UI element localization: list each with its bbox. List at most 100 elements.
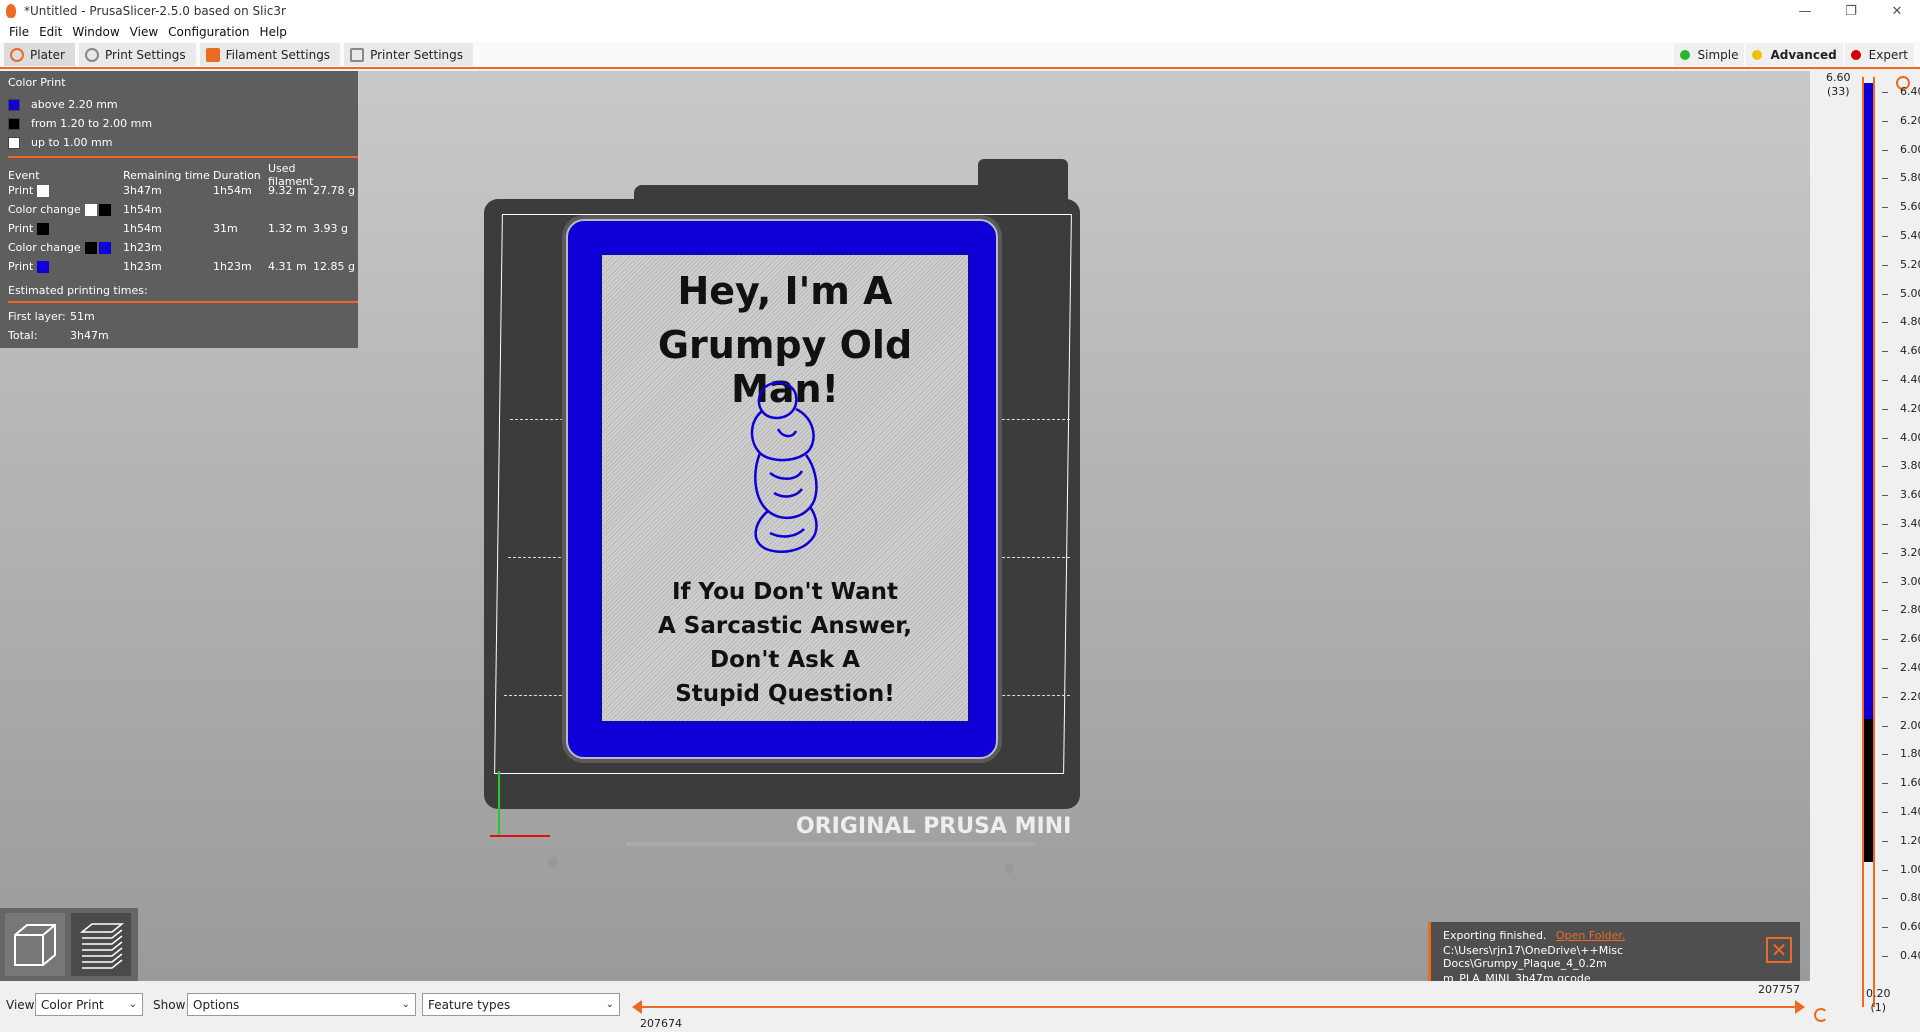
tab-print-settings[interactable]: Print Settings <box>78 43 196 66</box>
show-label: Show <box>153 998 186 1012</box>
slider-tick-mark <box>1882 840 1888 842</box>
green-dot-icon <box>1679 49 1690 60</box>
3d-viewport[interactable]: ORIGINAL PRUSA MINI Hey, I'm A Grumpy Ol… <box>0 71 1810 981</box>
bed-label: ORIGINAL PRUSA MINI <box>796 814 1072 839</box>
tab-label: Plater <box>30 47 65 62</box>
legend-item-label: from 1.20 to 2.00 mm <box>31 117 153 130</box>
legend-item: from 1.20 to 2.00 mm <box>8 114 350 133</box>
event-row: Print 1h23m 1h23m 4.31 m 12.85 g <box>8 257 355 276</box>
tab-plater[interactable]: Plater <box>4 43 75 66</box>
slider-tick-label: 1.80 <box>1900 747 1920 761</box>
3d-view-button[interactable] <box>5 913 65 976</box>
menu-view[interactable]: View <box>125 25 163 39</box>
slider-tick-mark <box>1882 264 1888 266</box>
legend-item-label: above 2.20 mm <box>31 98 118 111</box>
slider-rail <box>1873 77 1875 1007</box>
layer-slider[interactable]: 6.60 (33) 6.40 6.20 6.00 5.80 5.60 5.40 5.20 5.… <box>1810 71 1920 1032</box>
slider-tick-label: 1.40 <box>1900 805 1920 818</box>
tab-printer-settings[interactable]: Printer Settings <box>344 43 474 66</box>
total-value: 3h47m <box>70 329 109 342</box>
mode-expert[interactable]: Expert <box>1844 43 1914 66</box>
slider-left-value: 207674 <box>640 1017 682 1030</box>
color-swatch <box>8 136 20 149</box>
event-duration: 1h23m <box>213 260 252 273</box>
event-remaining: 1h23m <box>123 241 162 254</box>
menu-file[interactable]: File <box>4 25 34 39</box>
window-title: *Untitled - PrusaSlicer-2.5.0 based on S… <box>24 4 286 18</box>
slider-tick-label: 5.00 <box>1900 286 1920 300</box>
slider-top-layer: (33) <box>1826 85 1850 98</box>
show-select[interactable]: Options ⌄ <box>187 993 416 1016</box>
total-label: Total: <box>8 329 38 342</box>
view-select[interactable]: Color Print ⌄ <box>35 993 143 1016</box>
notification-title-row: Exporting finished. Open Folder. <box>1443 929 1790 942</box>
slider-tick-mark <box>1882 524 1888 525</box>
color-swatch <box>98 203 111 216</box>
slider-tick-mark <box>1882 927 1888 929</box>
slider-tick-mark <box>1882 869 1888 871</box>
event-label: Print <box>8 184 34 197</box>
slider-tick-label: 6.00 <box>1900 142 1920 156</box>
event-row: Print 3h47m 1h54m 9.32 m 27.78 g <box>8 181 355 200</box>
slider-tick-label: 4.40 <box>1900 373 1920 386</box>
slider-tick-mark <box>1882 581 1888 583</box>
close-icon: ✕ <box>1770 938 1788 962</box>
plaque-line-3: If You Don't Want <box>671 579 899 605</box>
header-event: Event <box>8 168 40 182</box>
horizontal-slider[interactable] <box>640 1006 1800 1008</box>
notification-close-button[interactable]: ✕ <box>1766 937 1792 963</box>
bed-hole <box>1004 864 1014 874</box>
mode-advanced[interactable]: Advanced <box>1746 43 1843 66</box>
minimize-button[interactable]: — <box>1782 0 1828 22</box>
slider-tick-label: 5.40 <box>1900 229 1920 242</box>
slider-right-thumb[interactable] <box>1795 1000 1805 1014</box>
slider-tick-mark <box>1882 92 1888 93</box>
event-label: Color change <box>8 241 81 254</box>
preview-button[interactable] <box>71 913 131 976</box>
menu-help[interactable]: Help <box>255 25 292 39</box>
menu-edit[interactable]: Edit <box>34 25 67 39</box>
event-label-cell: Color change <box>8 203 123 216</box>
slider-tick-label: 2.40 <box>1900 661 1920 674</box>
tab-filament-settings[interactable]: Filament Settings <box>199 43 341 66</box>
first-layer-value: 51m <box>70 310 95 323</box>
chevron-down-icon: ⌄ <box>128 999 137 1010</box>
slider-bottom-label: 0.20 (1) <box>1866 987 1891 1015</box>
menu-configuration[interactable]: Configuration <box>163 25 254 39</box>
chevron-down-icon: ⌄ <box>605 999 614 1010</box>
notification-title: Exporting finished. <box>1443 929 1547 942</box>
undo-icon[interactable] <box>1814 1008 1828 1022</box>
layers-icon <box>79 922 125 969</box>
legend-item: up to 1.00 mm <box>8 133 350 152</box>
slider-top-value: 6.60 <box>1826 71 1851 84</box>
event-remaining: 1h54m <box>123 203 162 216</box>
first-layer-row: First layer: 51m <box>8 307 350 326</box>
title-bar: *Untitled - PrusaSlicer-2.5.0 based on S… <box>0 0 1920 22</box>
total-row: Total: 3h47m <box>8 326 350 345</box>
event-row: Print 1h54m 31m 1.32 m 3.93 g <box>8 219 350 238</box>
grumpy-dwarf-icon <box>750 381 818 553</box>
slider-tick-label: 0.60 <box>1900 920 1920 934</box>
slider-tick-mark <box>1882 236 1888 237</box>
open-folder-link[interactable]: Open Folder. <box>1556 929 1625 942</box>
show-select-value: Options <box>193 997 240 1012</box>
plaque-bottom-text: If You Don't Want A Sarcastic Answer, Do… <box>602 575 968 711</box>
bed-bar <box>626 842 1036 846</box>
slider-tick-mark <box>1882 812 1888 813</box>
slider-tick-label: 5.20 <box>1900 257 1920 271</box>
slider-tick-label: 3.60 <box>1900 488 1920 502</box>
slider-range-black <box>1864 719 1873 862</box>
prusaslicer-logo-icon <box>6 4 16 18</box>
slider-tick-mark <box>1882 120 1888 122</box>
maximize-button[interactable]: ❐ <box>1828 0 1874 22</box>
export-notification: Exporting finished. Open Folder. C:\User… <box>1428 922 1800 981</box>
slider-tick-label: 4.00 <box>1900 430 1920 444</box>
plaque-model[interactable]: Hey, I'm A Grumpy Old Man! If You Don't … <box>566 219 998 759</box>
cube-icon <box>14 923 56 966</box>
feature-types-select[interactable]: Feature types ⌄ <box>422 993 620 1016</box>
estimated-title: Estimated printing times: <box>8 284 148 297</box>
mode-simple[interactable]: Simple <box>1673 43 1745 66</box>
menu-window[interactable]: Window <box>67 25 124 39</box>
tab-bar: Plater Print Settings Filament Settings … <box>0 42 1920 69</box>
close-button[interactable]: ✕ <box>1874 0 1920 22</box>
